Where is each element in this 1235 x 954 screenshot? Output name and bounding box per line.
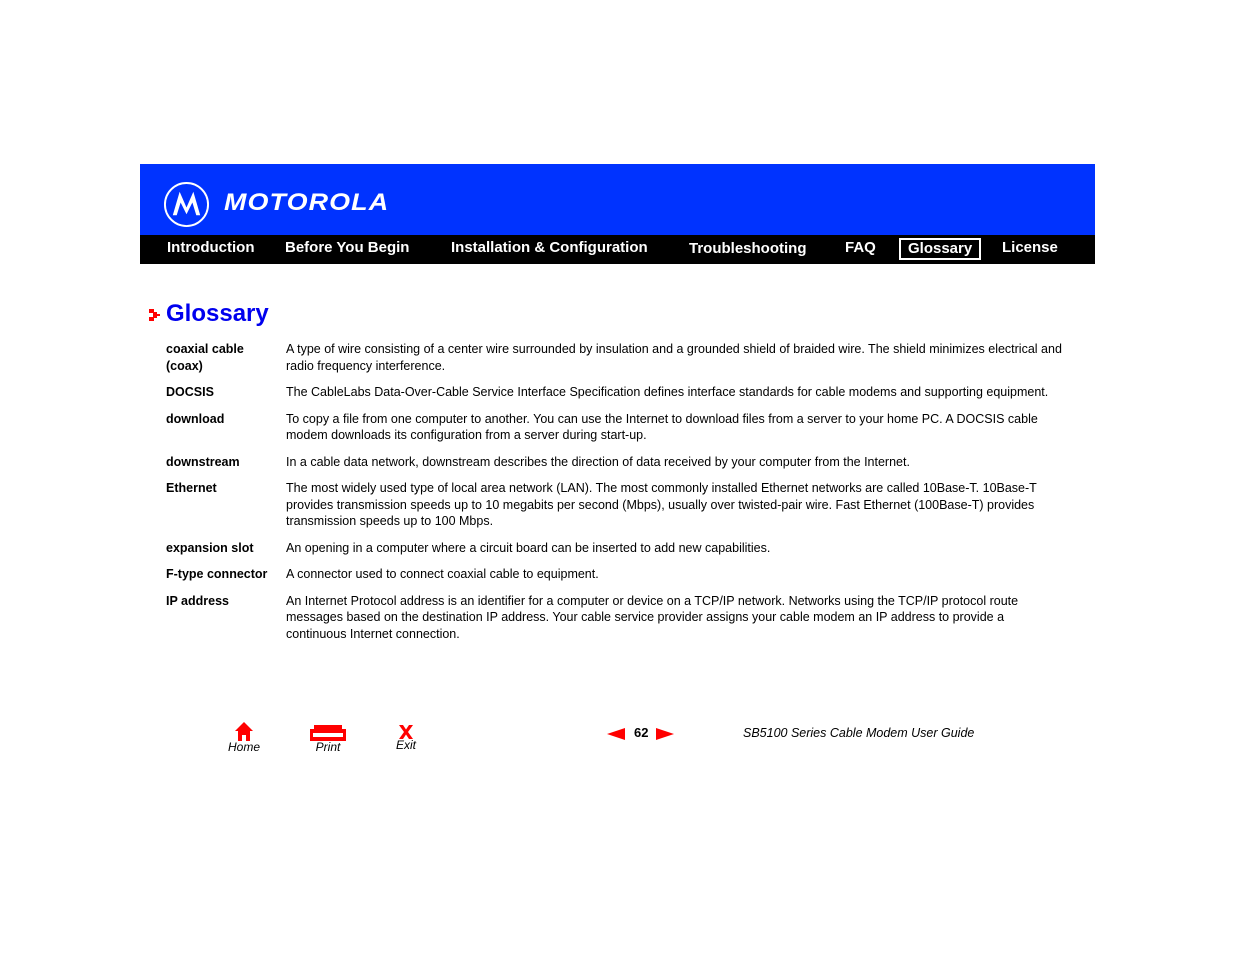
nav-bar: Introduction Before You Begin Installati… xyxy=(140,235,1095,264)
nav-license[interactable]: License xyxy=(1002,239,1058,257)
home-label: Home xyxy=(227,740,260,754)
page-title: Glossary xyxy=(166,300,269,327)
glossary-definition: The most widely used type of local area … xyxy=(286,481,1037,528)
next-page-arrow-icon[interactable] xyxy=(656,728,674,740)
exit-button[interactable]: Exit xyxy=(393,725,419,752)
glossary-entry: F-type connector A connector used to con… xyxy=(166,566,1066,583)
exit-x-icon xyxy=(399,725,413,739)
nav-faq[interactable]: FAQ xyxy=(845,239,876,257)
prev-page-arrow-icon[interactable] xyxy=(607,728,625,740)
print-button[interactable]: Print xyxy=(309,725,347,754)
brand-banner: MOTOROLA xyxy=(140,164,1095,235)
home-icon xyxy=(235,722,253,741)
glossary-term: Ethernet xyxy=(166,481,217,495)
glossary-definition: To copy a file from one computer to anot… xyxy=(286,411,1038,443)
home-button[interactable]: Home xyxy=(226,721,262,754)
glossary-definition: A type of wire consisting of a center wi… xyxy=(286,342,1062,373)
glossary-entry: downstream In a cable data network, down… xyxy=(166,454,1066,471)
glossary-definition: An opening in a computer where a circuit… xyxy=(286,540,771,555)
glossary-term: expansion slot xyxy=(166,540,254,555)
nav-glossary[interactable]: Glossary xyxy=(899,238,982,260)
brand-wordmark: MOTOROLA xyxy=(224,189,390,216)
glossary-term: F-type connector xyxy=(166,567,268,581)
page-number: 62 xyxy=(634,725,649,740)
exit-label: Exit xyxy=(395,738,416,752)
nav-troubleshooting[interactable]: Troubleshooting xyxy=(689,240,807,258)
glossary-definition: In a cable data network, downstream desc… xyxy=(286,454,910,469)
glossary-term: coaxial cable (coax) xyxy=(166,342,244,373)
header: MOTOROLA Introduction Before You Begin I… xyxy=(140,164,1095,264)
print-label: Print xyxy=(315,740,341,754)
guide-title: SB5100 Series Cable Modem User Guide xyxy=(743,726,975,740)
glossary-entry: DOCSIS The CableLabs Data-Over-Cable Ser… xyxy=(166,384,1066,401)
nav-installation-configuration[interactable]: Installation & Configuration xyxy=(451,239,648,257)
title-bullet-icon xyxy=(149,309,160,321)
nav-introduction[interactable]: Introduction xyxy=(167,239,254,257)
glossary-definition: The CableLabs Data-Over-Cable Service In… xyxy=(286,385,1049,399)
glossary-definition: An Internet Protocol address is an ident… xyxy=(286,593,1019,641)
glossary-entry: Ethernet The most widely used type of lo… xyxy=(166,480,1066,530)
nav-before-you-begin[interactable]: Before You Begin xyxy=(285,239,409,257)
glossary-entry: coaxial cable (coax) A type of wire cons… xyxy=(166,341,1066,374)
glossary-term: download xyxy=(166,411,225,426)
glossary-list: coaxial cable (coax) A type of wire cons… xyxy=(166,341,1066,642)
glossary-definition: A connector used to connect coaxial cabl… xyxy=(286,567,599,581)
glossary-entry: IP address An Internet Protocol address … xyxy=(166,593,1066,643)
motorola-logo-icon xyxy=(163,181,210,228)
glossary-entry: expansion slot An opening in a computer … xyxy=(166,540,1066,557)
glossary-entry: download To copy a file from one compute… xyxy=(166,411,1066,444)
print-icon xyxy=(310,725,346,741)
glossary-term: IP address xyxy=(166,593,230,608)
glossary-term: DOCSIS xyxy=(166,385,214,399)
glossary-term: downstream xyxy=(166,454,240,469)
